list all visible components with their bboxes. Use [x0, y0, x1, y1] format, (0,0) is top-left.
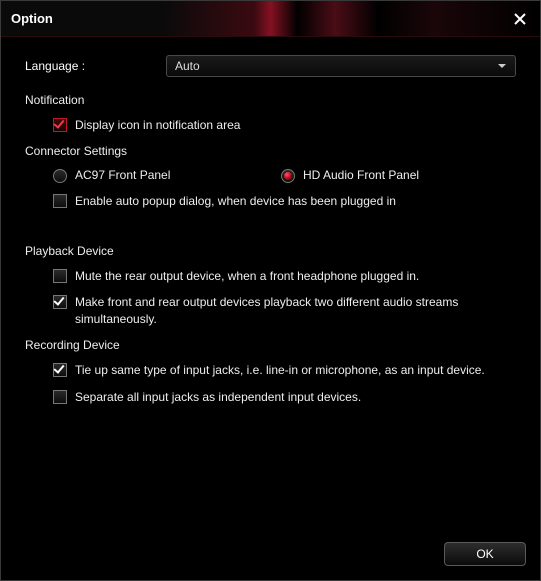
ac97-radio[interactable]	[53, 169, 67, 183]
footer: OK	[444, 542, 526, 566]
display-icon-checkbox[interactable]	[53, 118, 67, 132]
language-label: Language :	[25, 59, 166, 73]
chevron-down-icon	[497, 61, 507, 71]
notification-heading: Notification	[25, 93, 516, 107]
tie-up-checkbox[interactable]	[53, 363, 67, 377]
mute-rear-checkbox[interactable]	[53, 269, 67, 283]
dual-stream-checkbox[interactable]	[53, 295, 67, 309]
hd-audio-radio[interactable]	[281, 169, 295, 183]
tie-up-option[interactable]: Tie up same type of input jacks, i.e. li…	[53, 362, 516, 379]
connector-radio-group: AC97 Front Panel HD Audio Front Panel	[53, 168, 516, 183]
close-icon	[513, 12, 527, 26]
mute-rear-option[interactable]: Mute the rear output device, when a fron…	[53, 268, 516, 285]
auto-popup-label: Enable auto popup dialog, when device ha…	[75, 193, 396, 210]
separate-option[interactable]: Separate all input jacks as independent …	[53, 389, 516, 406]
ac97-label: AC97 Front Panel	[75, 168, 170, 182]
display-icon-option[interactable]: Display icon in notification area	[53, 117, 516, 134]
tie-up-label: Tie up same type of input jacks, i.e. li…	[75, 362, 485, 379]
ac97-option[interactable]: AC97 Front Panel	[53, 168, 281, 183]
ok-button[interactable]: OK	[444, 542, 526, 566]
auto-popup-option[interactable]: Enable auto popup dialog, when device ha…	[53, 193, 516, 210]
language-selected-value: Auto	[175, 59, 200, 73]
ok-button-label: OK	[476, 547, 493, 561]
hd-audio-option[interactable]: HD Audio Front Panel	[281, 168, 419, 183]
titlebar: Option	[1, 1, 540, 37]
separate-checkbox[interactable]	[53, 390, 67, 404]
separate-label: Separate all input jacks as independent …	[75, 389, 361, 406]
close-button[interactable]	[510, 9, 530, 29]
connector-heading: Connector Settings	[25, 144, 516, 158]
display-icon-label: Display icon in notification area	[75, 117, 240, 134]
window-title: Option	[11, 11, 53, 26]
content-area: Language : Auto Notification Display ico…	[1, 37, 540, 580]
dual-stream-option[interactable]: Make front and rear output devices playb…	[53, 294, 516, 328]
hd-audio-label: HD Audio Front Panel	[303, 168, 419, 182]
dual-stream-label: Make front and rear output devices playb…	[75, 294, 516, 328]
auto-popup-checkbox[interactable]	[53, 194, 67, 208]
recording-heading: Recording Device	[25, 338, 516, 352]
mute-rear-label: Mute the rear output device, when a fron…	[75, 268, 419, 285]
playback-heading: Playback Device	[25, 244, 516, 258]
option-window: Option Language : Auto Notification Disp…	[0, 0, 541, 581]
language-select[interactable]: Auto	[166, 55, 516, 77]
language-row: Language : Auto	[25, 55, 516, 77]
